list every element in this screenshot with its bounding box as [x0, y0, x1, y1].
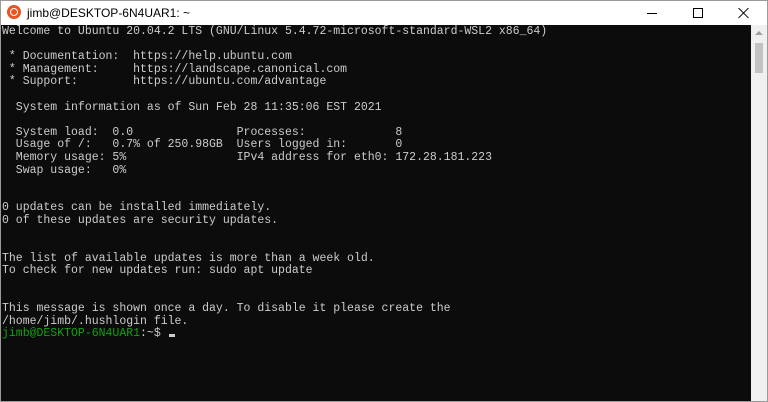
- command-prompt[interactable]: jimb@DESKTOP-6N4UAR1:~$: [2, 327, 547, 341]
- close-button[interactable]: [721, 1, 767, 25]
- terminal-line: This message is shown once a day. To dis…: [2, 302, 451, 316]
- minimize-icon: [647, 12, 657, 14]
- terminal-line: Memory usage: 5% IPv4 address for eth0: …: [2, 150, 492, 164]
- title-bar[interactable]: jimb@DESKTOP-6N4UAR1: ~: [1, 1, 767, 25]
- terminal-line: To check for new updates run: sudo apt u…: [2, 264, 313, 278]
- prompt-path: :~$: [140, 327, 168, 341]
- ubuntu-icon[interactable]: [7, 5, 21, 19]
- vertical-scrollbar[interactable]: [751, 25, 767, 401]
- terminal-area[interactable]: Welcome to Ubuntu 20.04.2 LTS (GNU/Linux…: [1, 25, 751, 401]
- terminal-output: Welcome to Ubuntu 20.04.2 LTS (GNU/Linux…: [2, 25, 548, 341]
- window-title: jimb@DESKTOP-6N4UAR1: ~: [27, 6, 191, 20]
- text-cursor: [168, 334, 175, 338]
- chevron-up-icon: [755, 31, 763, 35]
- maximize-button[interactable]: [675, 1, 721, 25]
- scrollbar-thumb[interactable]: [755, 43, 763, 73]
- minimize-button[interactable]: [629, 1, 675, 25]
- prompt-user-host: jimb@DESKTOP-6N4UAR1: [2, 327, 141, 341]
- terminal-line: * Documentation: https://help.ubuntu.com: [2, 50, 292, 64]
- terminal-line: * Support: https://ubuntu.com/advantage: [2, 75, 327, 89]
- scroll-up-button[interactable]: [751, 25, 767, 41]
- terminal-line: Swap usage: 0%: [2, 163, 127, 177]
- terminal-line: Welcome to Ubuntu 20.04.2 LTS (GNU/Linux…: [2, 25, 548, 38]
- close-icon: [738, 7, 750, 19]
- terminal-line: 0 of these updates are security updates.: [2, 213, 279, 227]
- terminal-window: jimb@DESKTOP-6N4UAR1: ~ Welcome to Ubunt…: [0, 0, 768, 402]
- maximize-icon: [693, 8, 703, 18]
- terminal-line: System information as of Sun Feb 28 11:3…: [2, 100, 382, 114]
